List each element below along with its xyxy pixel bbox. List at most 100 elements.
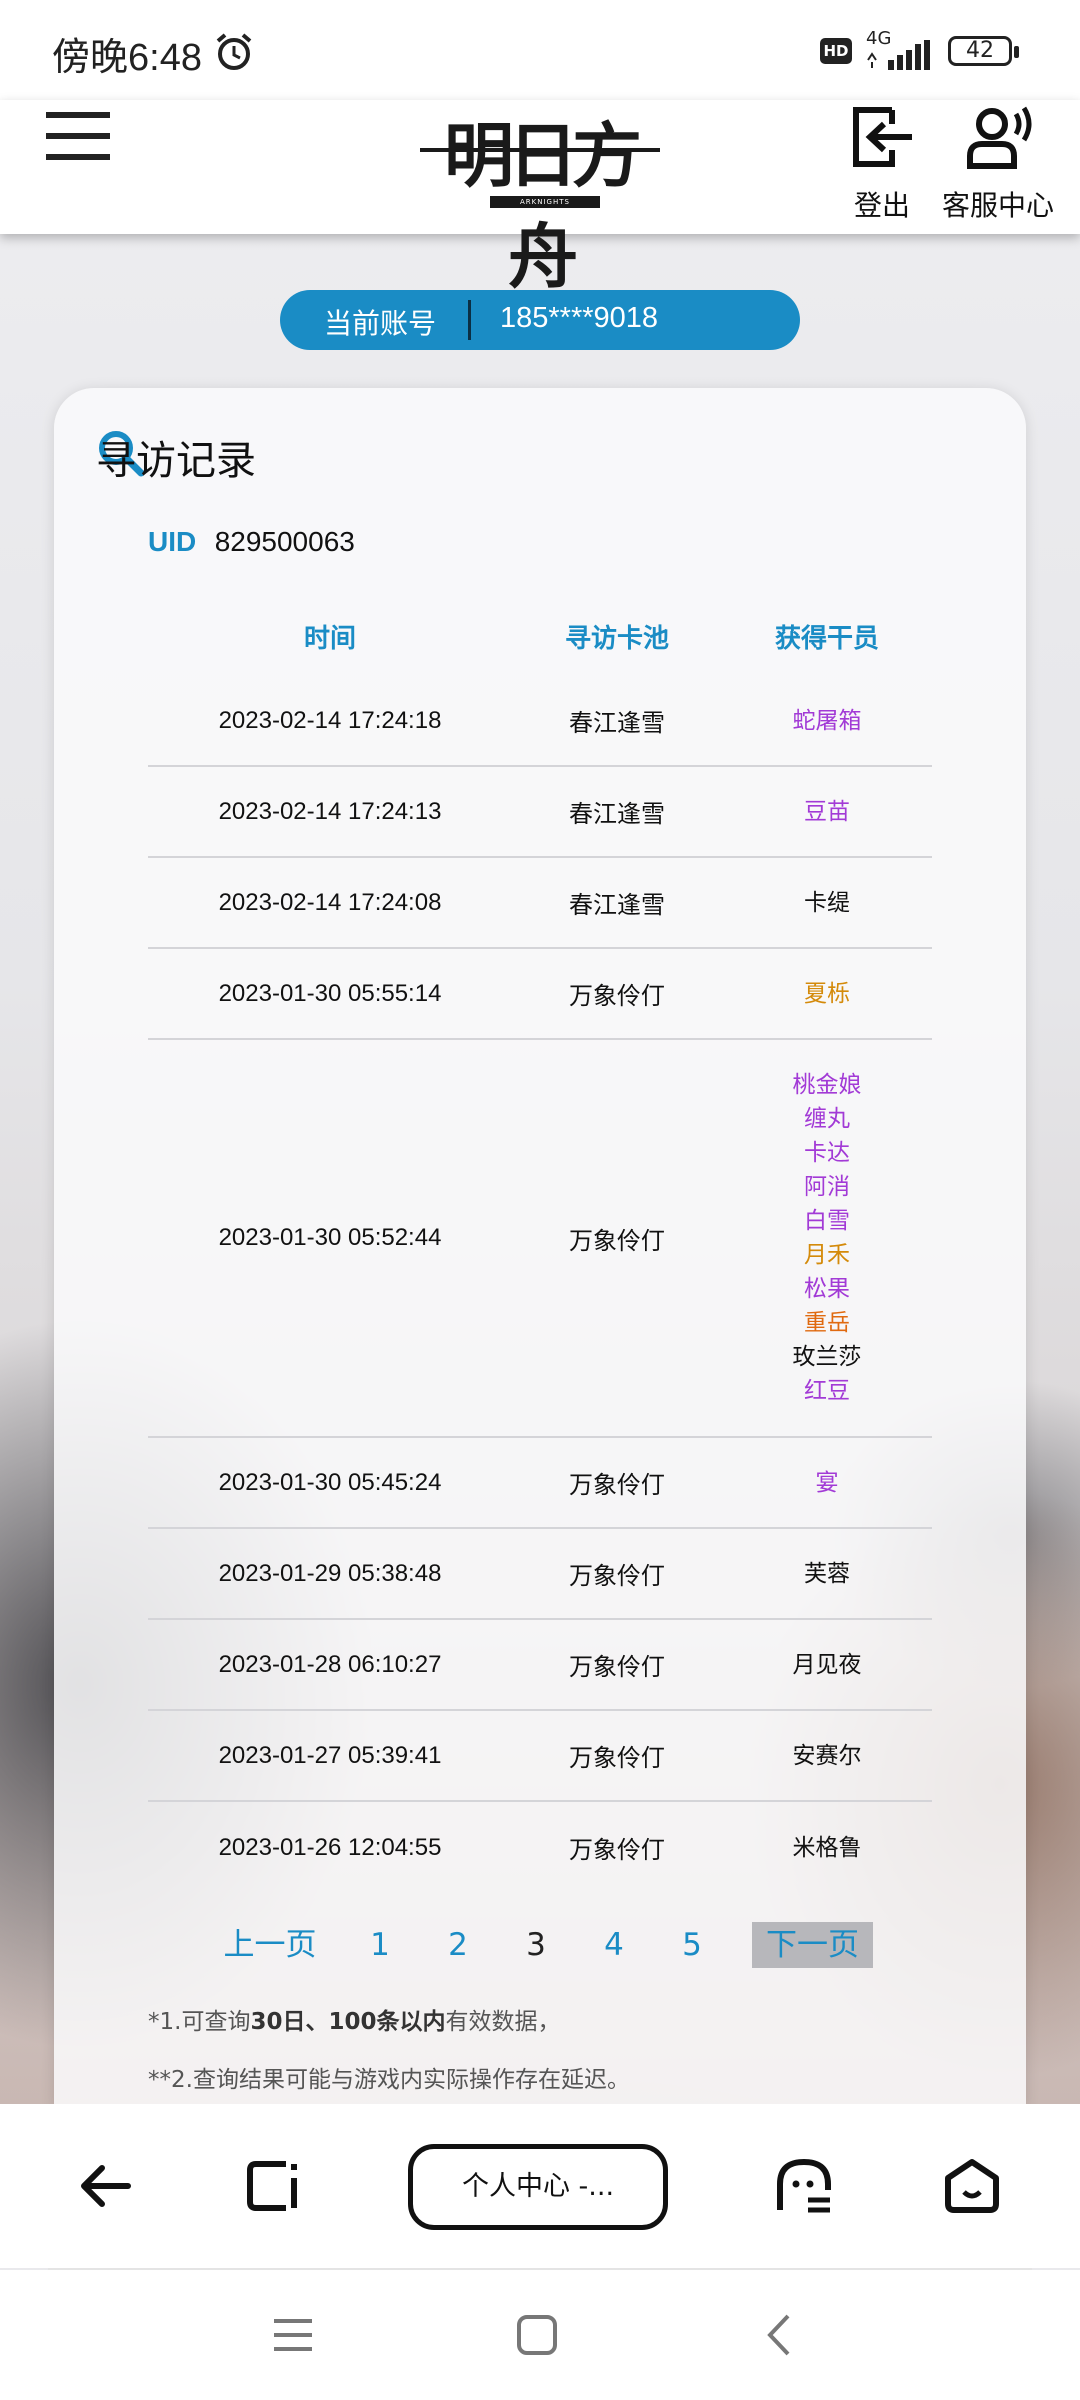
- operator-name: 玫兰莎: [792, 1344, 862, 1370]
- table-row: 2023-02-14 17:24:18 春江逢雪 蛇屠箱: [148, 676, 932, 767]
- account-divider: [468, 300, 471, 340]
- customer-service-icon: [967, 106, 1032, 169]
- table-row: 2023-02-14 17:24:08 春江逢雪 卡缇: [148, 858, 932, 949]
- page-button-5[interactable]: 5: [672, 1922, 712, 1968]
- recent-apps-icon[interactable]: [270, 2312, 316, 2358]
- record-title: 寻访记录: [96, 438, 256, 484]
- column-header-time: 时间: [303, 624, 356, 654]
- row-time: 2023-01-30 05:52:44: [218, 1224, 442, 1251]
- table-row: 2023-01-30 05:45:24 万象伶仃 宴: [148, 1438, 932, 1529]
- table-row: 2023-01-30 05:55:14 万象伶仃 夏栎: [148, 949, 932, 1040]
- column-header-pool: 寻访卡池: [564, 624, 669, 654]
- page-button-3-current[interactable]: 3: [516, 1922, 556, 1968]
- row-time: 2023-01-26 12:04:55: [218, 1833, 442, 1861]
- operator-name: 缠丸: [804, 1106, 850, 1132]
- logo-sub: ARKNIGHTS: [490, 196, 600, 208]
- row-operators: 豆苗: [722, 767, 932, 856]
- page-button-4[interactable]: 4: [594, 1922, 634, 1968]
- customer-service-label: 客服中心: [941, 189, 1054, 222]
- page-button-1[interactable]: 1: [360, 1922, 400, 1968]
- row-pool: 万象伶仃: [569, 1226, 665, 1255]
- row-pool: 春江逢雪: [569, 800, 665, 828]
- browser-toolbar: 个人中心 -...: [0, 2104, 1080, 2268]
- row-time: 2023-02-14 17:24:08: [218, 888, 442, 916]
- table-row: 2023-01-27 05:39:41 万象伶仃 安赛尔: [148, 1711, 932, 1802]
- operator-name: 卡缇: [804, 889, 850, 916]
- row-pool: 万象伶仃: [569, 1836, 665, 1864]
- back-arrow-icon[interactable]: [76, 2156, 136, 2216]
- row-pool: 春江逢雪: [569, 709, 665, 737]
- row-time: 2023-01-30 05:45:24: [218, 1468, 442, 1496]
- row-operators: 蛇屠箱: [722, 676, 932, 765]
- home-square-icon[interactable]: [514, 2312, 560, 2358]
- operator-name: 桃金娘: [792, 1072, 862, 1098]
- home-icon[interactable]: [942, 2156, 1002, 2216]
- operator-name: 米格鲁: [792, 1834, 862, 1861]
- row-operators: 安赛尔: [722, 1711, 932, 1800]
- note-1: *1.可查询30日、100条以内有效数据，: [148, 2002, 560, 2036]
- logo-line: [420, 148, 660, 152]
- uid-value: 829500063: [214, 526, 355, 557]
- pagination: 上一页 1 2 3 4 5 下一页: [200, 1922, 920, 1968]
- operator-name: 宴: [815, 1469, 839, 1496]
- row-operators: 桃金娘 缠丸 卡达 阿消 白雪 月禾 松果 重岳 玫兰莎 红豆: [722, 1040, 932, 1436]
- uid-row: UID 829500063: [148, 526, 355, 558]
- record-table: 时间 寻访卡池 获得干员 2023-02-14 17:24:18 春江逢雪 蛇屠箱 2…: [148, 596, 932, 1893]
- operator-name: 安赛尔: [792, 1742, 862, 1769]
- row-operators: 月见夜: [722, 1620, 932, 1709]
- tabs-icon[interactable]: [244, 2156, 304, 2216]
- note-2: **2.查询结果可能与游戏内实际操作存在延迟。: [148, 2067, 630, 2093]
- next-page-button[interactable]: 下一页: [752, 1922, 873, 1968]
- alarm-icon: [216, 33, 252, 70]
- row-pool: 万象伶仃: [569, 1562, 665, 1590]
- row-pool: 万象伶仃: [569, 1653, 665, 1681]
- status-time: 傍晚6:48: [52, 37, 202, 79]
- operator-name: 阿消: [804, 1174, 850, 1200]
- assistant-icon[interactable]: [774, 2156, 834, 2216]
- menu-icon[interactable]: [46, 112, 110, 160]
- system-back-icon[interactable]: [758, 2312, 804, 2358]
- operator-name: 月见夜: [792, 1651, 862, 1678]
- account-label: 当前账号: [324, 307, 437, 340]
- logout-button[interactable]: 登出: [846, 104, 918, 224]
- row-time: 2023-02-14 17:24:18: [218, 706, 442, 734]
- table-row: 2023-01-29 05:38:48 万象伶仃 芙蓉: [148, 1529, 932, 1620]
- prev-page-button[interactable]: 上一页: [220, 1922, 320, 1968]
- row-pool: 万象伶仃: [569, 982, 665, 1010]
- signal-icon: [867, 40, 930, 70]
- current-tab-pill[interactable]: 个人中心 -...: [408, 2144, 668, 2230]
- battery-indicator: 42: [948, 36, 1019, 66]
- note-1-prefix: *1.可查询: [148, 2009, 251, 2035]
- operator-name: 卡达: [804, 1140, 850, 1166]
- table-header: 时间 寻访卡池 获得干员: [148, 596, 932, 676]
- logout-label: 登出: [853, 189, 910, 222]
- row-time: 2023-01-27 05:39:41: [218, 1741, 442, 1769]
- row-pool: 万象伶仃: [569, 1744, 665, 1772]
- operator-name: 松果: [804, 1276, 850, 1302]
- row-operators: 芙蓉: [722, 1529, 932, 1618]
- row-operators: 夏栎: [722, 949, 932, 1038]
- note-1-bold: 30日、100条以内: [250, 2009, 446, 2035]
- operator-name: 白雪: [804, 1208, 850, 1234]
- table-body: 2023-02-14 17:24:18 春江逢雪 蛇屠箱 2023-02-14 17:…: [148, 676, 932, 1893]
- column-header-operator: 获得干员: [774, 624, 879, 654]
- status-bar: 傍晚6:48 HD 4G 42: [0, 0, 1080, 100]
- operator-name: 豆苗: [804, 798, 850, 825]
- row-time: 2023-01-28 06:10:27: [218, 1650, 442, 1678]
- table-row: 2023-01-26 12:04:55 万象伶仃 米格鲁: [148, 1802, 932, 1893]
- table-row: 2023-01-30 05:52:44 万象伶仃 桃金娘 缠丸 卡达 阿消 白雪 月禾 松果 重岳…: [148, 1040, 932, 1438]
- operator-name: 红豆: [804, 1378, 850, 1404]
- operator-name: 月禾: [804, 1242, 850, 1268]
- operator-name: 夏栎: [804, 980, 850, 1007]
- row-time: 2023-01-29 05:38:48: [218, 1559, 442, 1587]
- logout-icon: [853, 107, 912, 167]
- page-button-2[interactable]: 2: [438, 1922, 478, 1968]
- row-operators: 宴: [722, 1438, 932, 1527]
- table-row: 2023-02-14 17:24:13 春江逢雪 豆苗: [148, 767, 932, 858]
- row-time: 2023-01-30 05:55:14: [218, 979, 442, 1007]
- customer-service-button[interactable]: 客服中心: [938, 104, 1058, 224]
- logo[interactable]: 明日方舟 ARKNIGHTS: [420, 96, 660, 298]
- table-row: 2023-01-28 06:10:27 万象伶仃 月见夜: [148, 1620, 932, 1711]
- uid-label: UID: [148, 526, 197, 557]
- row-pool: 春江逢雪: [569, 891, 665, 919]
